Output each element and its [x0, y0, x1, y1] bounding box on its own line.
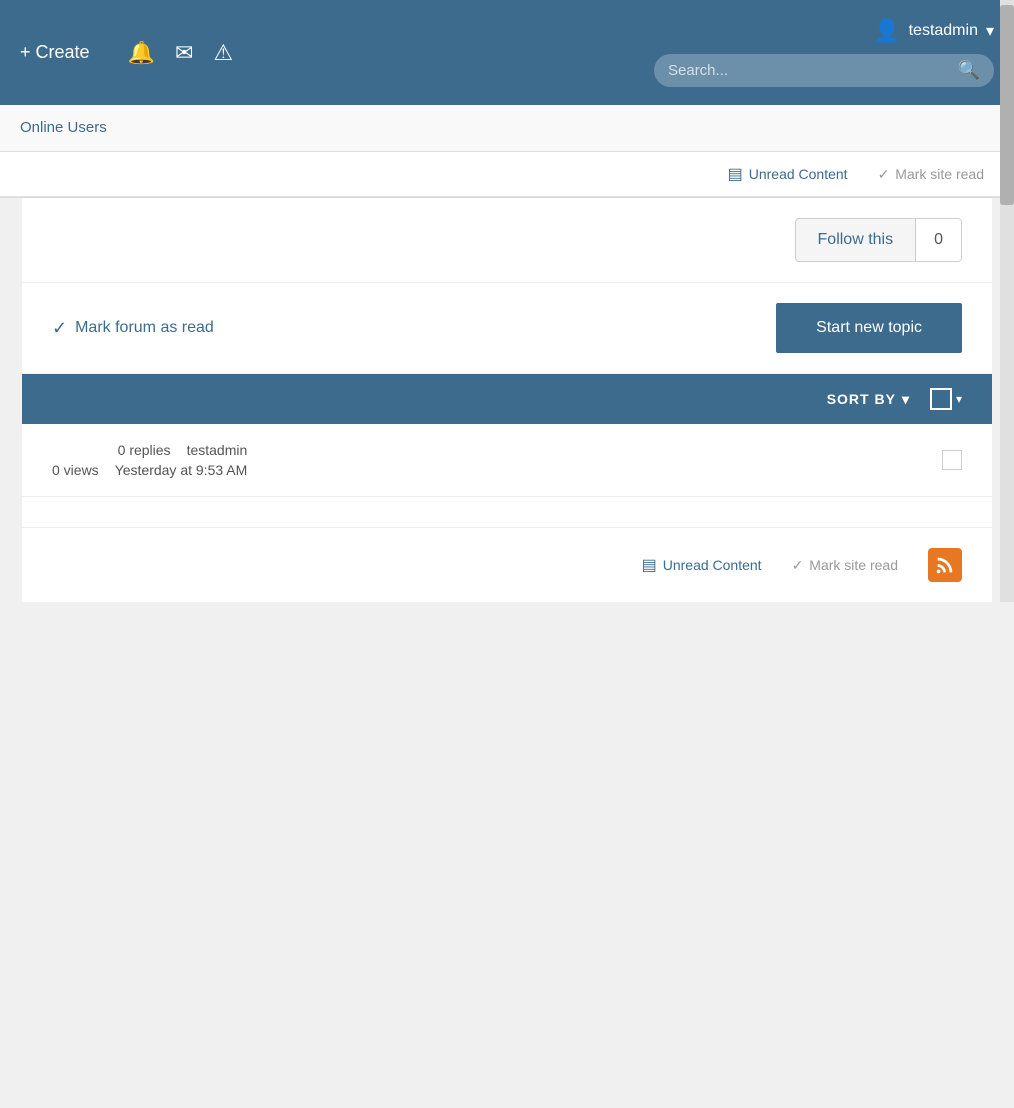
user-area[interactable]: 👤 testadmin ▾	[873, 18, 994, 44]
search-bar: 🔍	[654, 54, 994, 87]
follow-count: 0	[915, 219, 961, 261]
user-dropdown-arrow: ▾	[986, 21, 994, 41]
topic-replies: 0 replies	[118, 442, 171, 458]
sort-by-button[interactable]: SORT BY ▾	[827, 391, 910, 408]
bottom-unread-content-link[interactable]: ▤ Unread Content	[642, 555, 762, 575]
messages-icon[interactable]: ✉	[175, 40, 193, 66]
bottom-toolbar: ▤ Unread Content ✓ Mark site read	[22, 527, 992, 602]
search-input[interactable]	[668, 62, 958, 79]
bottom-mark-site-read-link[interactable]: ✓ Mark site read	[792, 557, 898, 574]
bottom-mark-site-read-label: Mark site read	[809, 557, 898, 573]
user-avatar-icon: 👤	[873, 18, 900, 44]
rss-icon[interactable]	[928, 548, 962, 582]
check-icon: ✓	[878, 166, 890, 183]
online-users-bar: Online Users	[0, 105, 1014, 152]
bottom-unread-content-icon: ▤	[642, 555, 657, 575]
follow-button[interactable]: Follow this	[796, 219, 916, 261]
sort-bar: SORT BY ▾ ▾	[22, 374, 992, 424]
sort-by-label: SORT BY	[827, 391, 896, 407]
notification-icon[interactable]: 🔔	[128, 40, 155, 66]
topic-checkbox[interactable]	[942, 450, 962, 470]
follow-bar: Follow this 0	[22, 198, 992, 283]
header-left: + Create 🔔 ✉ ⚠	[20, 40, 233, 66]
checkbox-dropdown-arrow[interactable]: ▾	[956, 392, 962, 406]
mark-site-read-link[interactable]: ✓ Mark site read	[878, 166, 984, 183]
topic-meta: 0 replies testadmin 0 views Yesterday at…	[52, 442, 247, 478]
create-button[interactable]: + Create	[20, 42, 90, 63]
mark-forum-read[interactable]: ✓ Mark forum as read	[52, 318, 214, 339]
topic-views: 0 views	[52, 462, 99, 478]
bottom-unread-content-label: Unread Content	[663, 557, 762, 573]
scrollbar[interactable]	[1000, 0, 1014, 602]
start-new-topic-button[interactable]: Start new topic	[776, 303, 962, 353]
unread-content-label: Unread Content	[749, 166, 848, 182]
bottom-check-icon: ✓	[792, 557, 804, 574]
scrollbar-thumb[interactable]	[1000, 5, 1014, 205]
mark-site-read-label: Mark site read	[895, 166, 984, 182]
actions-row: ✓ Mark forum as read Start new topic	[22, 283, 992, 374]
alert-icon[interactable]: ⚠	[213, 40, 233, 66]
top-toolbar-row: ▤ Unread Content ✓ Mark site read	[0, 152, 1014, 197]
sort-checkbox-group: ▾	[930, 388, 962, 410]
topic-user[interactable]: testadmin	[187, 442, 248, 458]
header-icons: 🔔 ✉ ⚠	[128, 40, 234, 66]
unread-content-link[interactable]: ▤ Unread Content	[728, 164, 848, 184]
mark-forum-check-icon: ✓	[52, 318, 67, 339]
main-content: Follow this 0 ✓ Mark forum as read Start…	[22, 198, 992, 602]
topic-time: Yesterday at 9:53 AM	[115, 462, 248, 478]
mark-forum-read-label: Mark forum as read	[75, 319, 214, 337]
topic-stats: 0 replies testadmin	[118, 442, 248, 458]
unread-content-icon: ▤	[728, 164, 743, 184]
username-label: testadmin	[909, 22, 978, 40]
header: + Create 🔔 ✉ ⚠ 👤 testadmin ▾ 🔍	[0, 0, 1014, 105]
search-button[interactable]: 🔍	[958, 60, 980, 81]
follow-button-group: Follow this 0	[795, 218, 962, 262]
online-users-link[interactable]: Online Users	[20, 119, 107, 136]
select-all-checkbox[interactable]	[930, 388, 952, 410]
topic-row: 0 replies testadmin 0 views Yesterday at…	[22, 424, 992, 497]
create-label: + Create	[20, 42, 90, 63]
sort-by-arrow: ▾	[902, 391, 910, 408]
topic-views-row: 0 views Yesterday at 9:53 AM	[52, 462, 247, 478]
header-right: 👤 testadmin ▾ 🔍	[654, 18, 994, 87]
